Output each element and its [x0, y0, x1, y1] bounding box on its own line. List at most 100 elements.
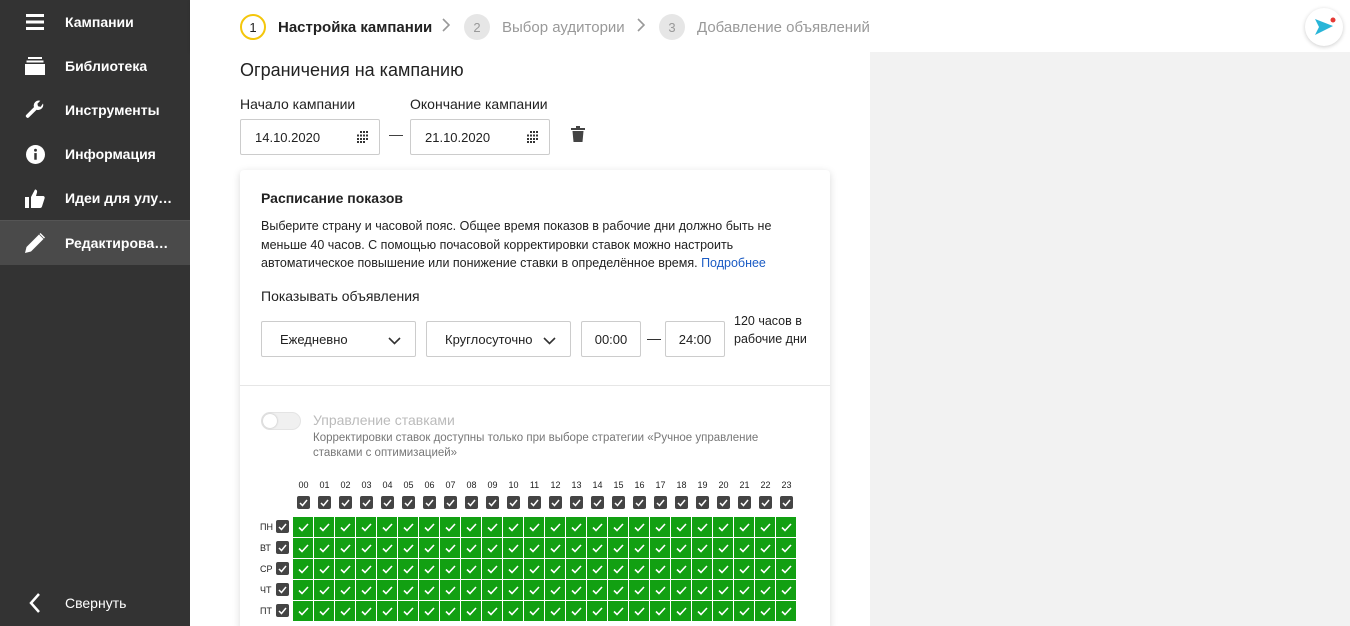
hour-cell[interactable] — [650, 580, 670, 600]
hour-cell[interactable] — [671, 601, 691, 621]
hour-cell[interactable] — [629, 601, 649, 621]
hour-cell[interactable] — [545, 601, 565, 621]
hour-column-checkbox[interactable] — [339, 496, 352, 509]
hour-cell[interactable] — [755, 538, 775, 558]
start-date-input[interactable]: 14.10.2020 — [240, 119, 380, 155]
hour-cell[interactable] — [356, 601, 376, 621]
step-ads[interactable]: 3 Добавление объявлений — [659, 13, 870, 41]
hour-cell[interactable] — [377, 538, 397, 558]
hour-cell[interactable] — [755, 580, 775, 600]
hour-cell[interactable] — [734, 580, 754, 600]
more-link[interactable]: Подробнее — [701, 256, 766, 270]
trash-icon[interactable] — [571, 126, 585, 147]
hour-cell[interactable] — [356, 580, 376, 600]
hour-column-checkbox[interactable] — [738, 496, 751, 509]
hour-cell[interactable] — [482, 538, 502, 558]
hour-cell[interactable] — [461, 601, 481, 621]
hour-column-checkbox[interactable] — [654, 496, 667, 509]
hour-column-checkbox[interactable] — [612, 496, 625, 509]
hour-cell[interactable] — [545, 559, 565, 579]
hour-cell[interactable] — [587, 559, 607, 579]
hour-cell[interactable] — [566, 559, 586, 579]
calendar-icon[interactable] — [526, 131, 540, 146]
hour-cell[interactable] — [440, 517, 460, 537]
hour-cell[interactable] — [755, 601, 775, 621]
hour-cell[interactable] — [671, 517, 691, 537]
hour-cell[interactable] — [608, 580, 628, 600]
hour-cell[interactable] — [524, 559, 544, 579]
hour-cell[interactable] — [734, 517, 754, 537]
hour-cell[interactable] — [503, 538, 523, 558]
hour-column-checkbox[interactable] — [696, 496, 709, 509]
collapse-sidebar-button[interactable]: Свернуть — [0, 581, 190, 625]
hour-cell[interactable] — [314, 601, 334, 621]
hour-cell[interactable] — [293, 580, 313, 600]
hour-column-checkbox[interactable] — [402, 496, 415, 509]
hour-cell[interactable] — [629, 580, 649, 600]
hour-cell[interactable] — [713, 580, 733, 600]
hour-cell[interactable] — [377, 517, 397, 537]
hour-column-checkbox[interactable] — [360, 496, 373, 509]
hour-cell[interactable] — [503, 601, 523, 621]
calendar-icon[interactable] — [356, 131, 370, 146]
hour-cell[interactable] — [671, 559, 691, 579]
hour-cell[interactable] — [692, 538, 712, 558]
hour-cell[interactable] — [419, 538, 439, 558]
hour-cell[interactable] — [776, 559, 796, 579]
hour-cell[interactable] — [503, 517, 523, 537]
hour-cell[interactable] — [356, 538, 376, 558]
hour-cell[interactable] — [776, 517, 796, 537]
time-from-input[interactable]: 00:00 — [581, 321, 641, 357]
hour-cell[interactable] — [356, 517, 376, 537]
day-row-checkbox[interactable] — [276, 541, 289, 554]
hour-cell[interactable] — [524, 517, 544, 537]
hour-cell[interactable] — [692, 580, 712, 600]
hour-cell[interactable] — [713, 601, 733, 621]
sidebar-item-ideas[interactable]: Идеи для улучшения — [0, 176, 190, 220]
sidebar-item-campaigns[interactable]: Кампании — [0, 0, 190, 44]
frequency-select[interactable]: Ежедневно — [261, 321, 416, 357]
hour-cell[interactable] — [713, 517, 733, 537]
hour-column-checkbox[interactable] — [423, 496, 436, 509]
hour-cell[interactable] — [650, 559, 670, 579]
step-campaign-settings[interactable]: 1 Настройка кампании — [240, 13, 432, 41]
hour-cell[interactable] — [314, 517, 334, 537]
hour-cell[interactable] — [398, 601, 418, 621]
hour-column-checkbox[interactable] — [633, 496, 646, 509]
day-row-checkbox[interactable] — [276, 604, 289, 617]
hour-cell[interactable] — [335, 517, 355, 537]
hour-cell[interactable] — [566, 517, 586, 537]
hour-cell[interactable] — [776, 580, 796, 600]
hour-cell[interactable] — [587, 517, 607, 537]
hour-cell[interactable] — [650, 601, 670, 621]
hour-cell[interactable] — [293, 559, 313, 579]
hour-column-checkbox[interactable] — [759, 496, 772, 509]
hour-cell[interactable] — [776, 601, 796, 621]
hour-cell[interactable] — [440, 538, 460, 558]
hour-column-checkbox[interactable] — [486, 496, 499, 509]
hour-cell[interactable] — [776, 538, 796, 558]
hour-cell[interactable] — [524, 538, 544, 558]
day-row-checkbox[interactable] — [276, 520, 289, 533]
hour-cell[interactable] — [734, 601, 754, 621]
hour-cell[interactable] — [566, 580, 586, 600]
hour-column-checkbox[interactable] — [297, 496, 310, 509]
hour-cell[interactable] — [608, 538, 628, 558]
hour-cell[interactable] — [524, 580, 544, 600]
hour-cell[interactable] — [293, 601, 313, 621]
hour-cell[interactable] — [398, 580, 418, 600]
hour-column-checkbox[interactable] — [591, 496, 604, 509]
hour-cell[interactable] — [398, 559, 418, 579]
hour-cell[interactable] — [671, 580, 691, 600]
hour-cell[interactable] — [503, 559, 523, 579]
hour-cell[interactable] — [461, 538, 481, 558]
hour-cell[interactable] — [629, 517, 649, 537]
assistant-button[interactable] — [1305, 8, 1343, 46]
mode-select[interactable]: Круглосуточно — [426, 321, 571, 357]
hour-cell[interactable] — [650, 538, 670, 558]
hour-cell[interactable] — [440, 580, 460, 600]
hour-cell[interactable] — [293, 517, 313, 537]
step-audience[interactable]: 2 Выбор аудитории — [464, 13, 625, 41]
hour-cell[interactable] — [629, 538, 649, 558]
hour-cell[interactable] — [440, 559, 460, 579]
